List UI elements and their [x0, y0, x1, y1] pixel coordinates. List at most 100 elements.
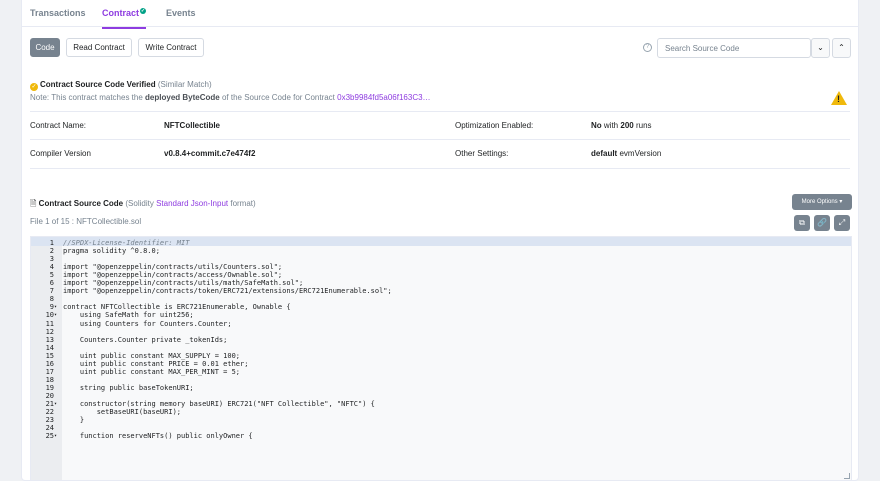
collapse-button[interactable]: ⌃	[832, 38, 851, 58]
line-number: 10	[45, 311, 54, 320]
line-number: 6	[49, 279, 54, 288]
copy-icon: ⧉	[799, 218, 805, 227]
caret-down-icon: ▾	[839, 199, 843, 205]
check-circle-icon: ✓	[30, 83, 38, 91]
line-number: 16	[45, 359, 54, 368]
match-type: (Similar Match)	[157, 80, 212, 89]
line-number: 18	[45, 375, 54, 384]
code-line: setBaseURI(baseURI);	[63, 408, 182, 417]
code-line: using SafeMath for uint256;	[63, 311, 194, 320]
compiler-value: v0.8.4+commit.c7e474f2	[164, 149, 256, 158]
other-settings-value: default evmVersion	[591, 149, 661, 158]
line-number: 1	[49, 239, 54, 247]
note-mid: of the Source Code for Contract	[221, 93, 335, 102]
other-settings-label: Other Settings:	[455, 149, 509, 158]
compiler-label: Compiler Version	[30, 149, 91, 158]
tab-events[interactable]: Events	[166, 8, 196, 18]
read-contract-button[interactable]: Read Contract	[66, 38, 132, 57]
code-line: uint public constant MAX_SUPPLY = 100;	[63, 351, 241, 360]
source-title-text: Contract Source Code	[38, 199, 124, 208]
line-number: 12	[45, 327, 54, 336]
contract-address-link[interactable]: 0x3b9984fd5a06f163C3…	[337, 93, 430, 102]
bytecode-note: Note: This contract matches the deployed…	[30, 93, 431, 102]
code-line: import "@openzeppelin/contracts/access/O…	[63, 271, 283, 280]
line-number: 20	[45, 391, 54, 400]
line-number: 8	[49, 295, 54, 304]
code-line: //SPDX-License-Identifier: MIT	[63, 239, 190, 247]
code-line: uint public constant MAX_PER_MINT = 5;	[63, 367, 241, 376]
format-prefix: (Solidity	[125, 199, 154, 208]
source-title: 🗎 Contract Source Code (Solidity Standar…	[30, 198, 256, 212]
divider	[30, 139, 850, 140]
tab-contract-label: Contract	[102, 8, 140, 18]
contract-name-label: Contract Name:	[30, 121, 87, 130]
code-line: using Counters for Counters.Counter;	[63, 319, 232, 328]
search-options-dropdown[interactable]: ⌄	[811, 38, 830, 58]
resize-handle[interactable]	[844, 473, 850, 479]
line-number: 13	[45, 335, 54, 344]
code-line: constructor(string memory baseURI) ERC72…	[63, 400, 375, 408]
code-line: import "@openzeppelin/contracts/token/ER…	[63, 287, 392, 296]
write-contract-button[interactable]: Write Contract	[138, 38, 204, 57]
line-number: 19	[45, 383, 54, 392]
line-number: 11	[45, 319, 54, 328]
tab-transactions[interactable]: Transactions	[30, 8, 86, 18]
verified-check-icon: ✓	[140, 8, 147, 14]
json-input-link[interactable]: Standard Json-Input	[156, 199, 228, 208]
code-editor[interactable]: 1 //SPDX-License-Identifier: MIT 2 pragma s…	[30, 236, 852, 480]
line-number: 2	[49, 247, 54, 256]
format-suffix: format)	[230, 199, 256, 208]
verified-title: Contract Source Code Verified	[40, 80, 156, 89]
optimization-value: No with 200 runs	[591, 121, 652, 130]
fold-toggle-icon[interactable]: ▾	[54, 303, 57, 311]
other-settings-rest: evmVersion	[619, 149, 662, 158]
chevron-down-icon: ⌄	[817, 43, 824, 52]
line-number: 17	[45, 367, 54, 376]
line-number: 21	[45, 400, 54, 408]
fold-toggle-icon[interactable]: ▾	[54, 400, 57, 408]
search-source-input[interactable]	[657, 38, 811, 58]
tab-active-underline	[102, 27, 147, 29]
divider	[30, 168, 850, 169]
note-bold: deployed ByteCode	[145, 93, 220, 102]
link-icon: 🔗	[817, 218, 827, 227]
contract-card: Transactions Contract ✓ Events Code Read …	[21, 0, 859, 481]
verified-banner: ✓ Contract Source Code Verified (Similar …	[30, 80, 212, 91]
line-number: 5	[49, 271, 54, 280]
warning-triangle-icon: !	[831, 91, 847, 105]
line-number: 25	[45, 432, 54, 441]
code-line: uint public constant PRICE = 0.01 ether;	[63, 359, 249, 368]
tab-bar: Transactions Contract ✓ Events	[22, 0, 858, 29]
code-line: import "@openzeppelin/contracts/utils/Co…	[63, 263, 283, 272]
line-number: 15	[45, 351, 54, 360]
code-button[interactable]: Code	[30, 38, 60, 57]
copy-button[interactable]: ⧉	[794, 215, 810, 231]
line-number: 23	[45, 416, 54, 425]
more-options-label: More Options	[801, 199, 838, 205]
fold-toggle-icon[interactable]: ▾	[54, 311, 57, 319]
fullscreen-button[interactable]: ⤢	[834, 215, 850, 231]
line-number: 24	[45, 424, 54, 433]
line-number: 22	[45, 408, 54, 417]
optimization-bold: No	[591, 121, 602, 130]
file-label: File 1 of 15 : NFTCollectible.sol	[30, 217, 142, 226]
code-line: import "@openzeppelin/contracts/utils/ma…	[63, 279, 304, 288]
divider	[30, 111, 850, 112]
optimization-label: Optimization Enabled:	[455, 121, 534, 130]
link-button[interactable]: 🔗	[814, 215, 830, 231]
expand-icon: ⤢	[838, 218, 846, 227]
optimization-mid: with	[603, 121, 619, 130]
more-options-button[interactable]: More Options ▾	[792, 194, 852, 210]
contract-name-value: NFTCollectible	[164, 121, 221, 130]
optimization-runs: 200	[620, 121, 634, 130]
code-line: function reserveNFTs() public onlyOwner …	[63, 432, 253, 441]
chevron-up-icon: ⌃	[838, 43, 845, 52]
line-number: 7	[49, 287, 54, 296]
question-circle-icon[interactable]: ?	[643, 43, 652, 52]
fold-toggle-icon[interactable]: ▾	[54, 432, 57, 440]
line-number: 14	[45, 343, 54, 352]
file-icon: 🗎	[30, 199, 37, 208]
tab-contract[interactable]: Contract ✓	[102, 8, 147, 29]
line-number: 3	[49, 255, 54, 264]
code-line: pragma solidity ^0.8.0;	[63, 247, 160, 256]
